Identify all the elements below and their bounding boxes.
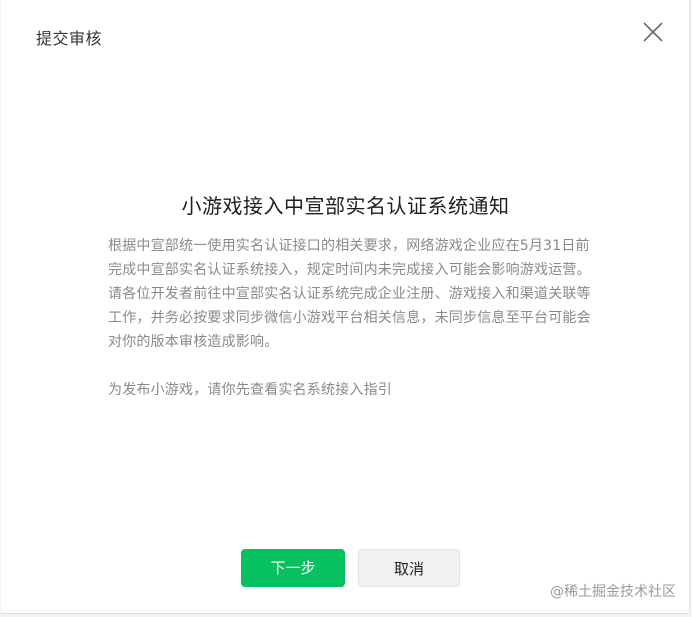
notice-paragraph-instructions: 请各位开发者前往中宣部实名认证系统完成企业注册、游戏接入和渠道关联等工作，并务必… — [108, 286, 591, 350]
cancel-button[interactable]: 取消 — [358, 549, 460, 587]
next-step-button[interactable]: 下一步 — [241, 549, 345, 587]
notice-body: 根据中宣部统一使用实名认证接口的相关要求，网络游戏企业应在5月31日前完成中宣部… — [108, 234, 598, 402]
notice-paragraph-deadline: 根据中宣部统一使用实名认证接口的相关要求，网络游戏企业应在5月31日前完成中宣部… — [108, 238, 591, 278]
watermark-text: @稀土掘金技术社区 — [550, 584, 676, 600]
notice-paragraph-guide: 为发布小游戏，请你先查看实名系统接入指引 — [108, 382, 392, 398]
submit-review-dialog: 提交审核 小游戏接入中宣部实名认证系统通知 根据中宣部统一使用实名认证接口的相关… — [1, 0, 690, 614]
dialog-title: 提交审核 — [36, 29, 103, 48]
notice-title: 小游戏接入中宣部实名认证系统通知 — [181, 194, 510, 218]
close-button[interactable] — [641, 20, 665, 44]
close-icon — [641, 20, 665, 44]
